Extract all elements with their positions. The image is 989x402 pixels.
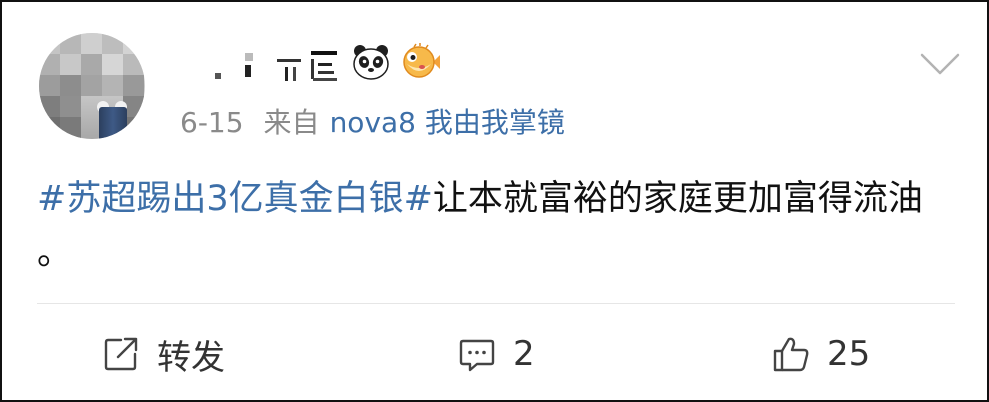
chevron-down-icon[interactable] [920,51,960,77]
comment-icon [459,339,495,372]
comment-button[interactable]: 2 [457,331,535,377]
panda-emoji-icon [353,45,389,80]
repost-label: 转发 [157,337,225,378]
username-blurred[interactable] [215,45,345,85]
thumbs-up-icon [773,337,809,372]
post-date: 6-15 [180,106,244,139]
post-meta: 6-15 来自 nova8 我由我掌镜 [180,103,565,143]
post-content: #苏超踢出3亿真金白银#让本就富裕的家庭更加富得流油 。 [37,172,947,280]
comment-count: 2 [513,334,535,374]
like-button[interactable]: 25 [771,331,870,377]
weibo-post-card: 6-15 来自 nova8 我由我掌镜 #苏超踢出3亿真金白银#让本就富裕的家庭更加… [0,0,989,402]
divider [37,303,955,304]
repost-icon [104,337,138,371]
avatar-figure [99,107,127,139]
repost-button[interactable]: 转发 [101,331,225,378]
source-device-link[interactable]: nova8 我由我掌镜 [330,106,565,139]
pufferfish-emoji-icon [403,43,440,78]
avatar-mosaic [39,33,145,139]
source-label: 来自 [263,106,320,139]
like-count: 25 [827,334,871,374]
topic-hashtag-link[interactable]: #苏超踢出3亿真金白银# [37,179,433,219]
user-avatar[interactable] [39,33,145,139]
